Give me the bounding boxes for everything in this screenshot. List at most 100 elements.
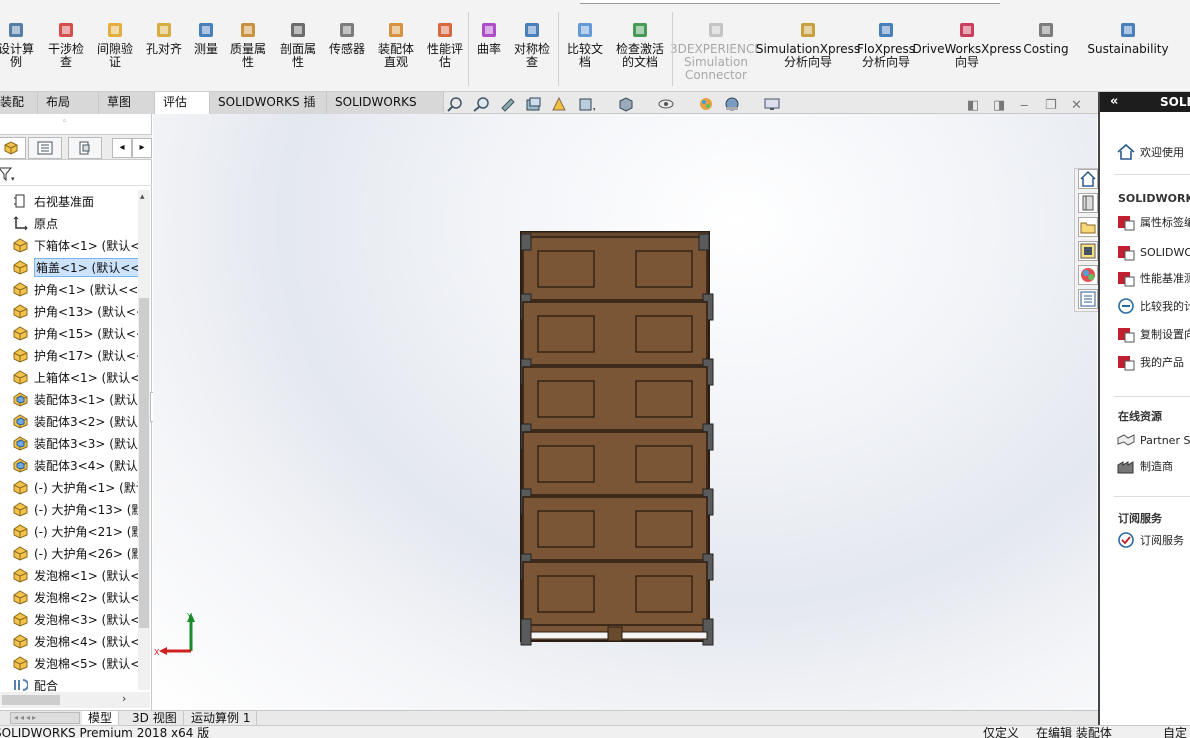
- corner-protector[interactable]: [520, 618, 532, 646]
- subscription-services-link[interactable]: 订阅服务: [1116, 530, 1184, 550]
- box-layer[interactable]: [522, 431, 708, 496]
- scrollbar-thumb[interactable]: [139, 298, 149, 628]
- edit-appearance-icon[interactable]: [697, 96, 715, 112]
- tab-sketch[interactable]: 草图: [99, 92, 155, 114]
- box-layer[interactable]: [522, 366, 708, 431]
- tile-right-icon[interactable]: ◨: [993, 98, 1005, 113]
- manufacturers-link[interactable]: 制造商: [1116, 456, 1173, 476]
- tab-solidworks-mbd[interactable]: SOLIDWORKS MBD: [327, 92, 444, 130]
- simulationxpress-button[interactable]: SimulationXpress 分析向导: [756, 20, 860, 69]
- tree-item[interactable]: 护角<17> (默认<<: [0, 344, 138, 366]
- tree-filter[interactable]: ▾: [0, 162, 152, 186]
- tree-vertical-scrollbar[interactable]: ▴ ▾: [138, 190, 150, 702]
- task-pane-tool-link[interactable]: 我的产品: [1116, 352, 1184, 372]
- task-pane-tool-link[interactable]: SOLIDWO: [1116, 242, 1190, 262]
- design-study-button[interactable]: 设计算例: [0, 20, 38, 69]
- display-style-icon[interactable]: [617, 96, 635, 112]
- section-view-icon[interactable]: [525, 96, 543, 112]
- motion-study-tab[interactable]: 运动算例 1: [185, 711, 258, 726]
- apply-scene-icon[interactable]: [723, 96, 741, 112]
- hide-show-items-icon[interactable]: [657, 96, 675, 112]
- zoom-to-area-icon[interactable]: [473, 96, 491, 112]
- scroll-right-icon[interactable]: ›: [122, 692, 126, 705]
- tree-item[interactable]: 上箱体<1> (默认<<: [0, 366, 138, 388]
- 3dexperience-button[interactable]: 3DEXPERIENCE Simulation Connector: [670, 20, 762, 82]
- tree-item[interactable]: 装配体3<3> (默认: [0, 432, 138, 454]
- view-orientation-icon[interactable]: ▾: [577, 96, 595, 112]
- tile-left-icon[interactable]: ◧: [967, 98, 979, 113]
- tree-item[interactable]: 护角<13> (默认<<: [0, 300, 138, 322]
- tree-item[interactable]: 右视基准面: [0, 190, 138, 212]
- partner-solutions-link[interactable]: Partner So: [1116, 430, 1190, 450]
- tree-item[interactable]: (-) 大护角<26> (默: [0, 542, 138, 564]
- packing-box-model[interactable]: [520, 231, 714, 646]
- tree-item[interactable]: 装配体3<1> (默认: [0, 388, 138, 410]
- mass-properties-button[interactable]: 质量属性: [226, 20, 270, 69]
- box-layer[interactable]: [522, 561, 708, 626]
- zoom-to-fit-icon[interactable]: [447, 96, 465, 112]
- section-properties-button[interactable]: 剖面属性: [276, 20, 320, 69]
- box-layer[interactable]: [522, 301, 708, 366]
- tree-item[interactable]: 发泡棉<5> (默认<: [0, 652, 138, 674]
- task-pane-tool-link[interactable]: 复制设置向: [1116, 324, 1190, 344]
- floxpress-button[interactable]: FloXpress 分析向导: [857, 20, 915, 69]
- tab-layout[interactable]: 布局: [38, 92, 99, 114]
- 3d-view-tab[interactable]: 3D 视图: [126, 711, 184, 726]
- welcome-link[interactable]: 欢迎使用: [1116, 142, 1184, 162]
- box-layer[interactable]: [522, 496, 708, 561]
- task-pane-design-library-tab[interactable]: [1078, 193, 1098, 213]
- tree-item[interactable]: 发泡棉<3> (默认<: [0, 608, 138, 630]
- tab-navigation-arrows-icon[interactable]: ◂◂◂▸: [10, 712, 80, 724]
- scroll-up-icon[interactable]: ▴: [140, 192, 145, 202]
- tree-item[interactable]: 发泡棉<1> (默认<: [0, 564, 138, 586]
- view-settings-icon[interactable]: [763, 96, 781, 112]
- task-pane-home-tab[interactable]: [1078, 169, 1098, 189]
- tree-item[interactable]: 原点: [0, 212, 138, 234]
- compare-documents-button[interactable]: 比较文档: [563, 20, 607, 69]
- performance-evaluation-button[interactable]: 性能评估: [423, 20, 467, 69]
- tree-item[interactable]: 下箱体<1> (默认<<: [0, 234, 138, 256]
- sustainability-button[interactable]: Sustainability: [1086, 20, 1170, 56]
- hscroll-thumb[interactable]: [2, 695, 60, 705]
- tab-assembly[interactable]: 装配体: [0, 92, 38, 130]
- tab-solidworks-addins[interactable]: SOLIDWORKS 插件: [210, 92, 327, 130]
- model-tab[interactable]: 模型: [82, 711, 120, 726]
- graphics-area[interactable]: Y X: [153, 114, 1097, 710]
- hole-alignment-button[interactable]: 孔对齐: [140, 20, 188, 56]
- tree-item[interactable]: (-) 大护角<21> (默: [0, 520, 138, 542]
- property-manager-tab[interactable]: [28, 137, 62, 159]
- check-active-document-button[interactable]: 检查激活的文档: [612, 20, 668, 69]
- task-pane-appearances-tab[interactable]: [1078, 265, 1098, 285]
- task-pane-custom-properties-tab[interactable]: [1078, 289, 1098, 309]
- dynamic-annotation-icon[interactable]: [551, 96, 569, 112]
- restore-icon[interactable]: ❐: [1045, 98, 1057, 113]
- tree-item[interactable]: 箱盖<1> (默认<<默: [0, 256, 138, 278]
- tree-item[interactable]: 护角<1> (默认<<默: [0, 278, 138, 300]
- tree-item[interactable]: 发泡棉<4> (默认<: [0, 630, 138, 652]
- sensor-button[interactable]: 传感器: [325, 20, 369, 56]
- corner-protector[interactable]: [698, 233, 710, 251]
- assembly-visualization-button[interactable]: 装配体直观: [374, 20, 418, 69]
- tree-item[interactable]: 装配体3<2> (默认: [0, 410, 138, 432]
- task-pane-tool-link[interactable]: 比较我的计: [1116, 296, 1190, 316]
- task-pane-file-explorer-tab[interactable]: [1078, 217, 1098, 237]
- curvature-button[interactable]: 曲率: [474, 20, 504, 56]
- box-layer[interactable]: [522, 236, 708, 301]
- measure-button[interactable]: 测量: [188, 20, 224, 56]
- tree-item[interactable]: 装配体3<4> (默认: [0, 454, 138, 476]
- interference-check-button[interactable]: 干涉检查: [44, 20, 88, 69]
- previous-view-icon[interactable]: [499, 96, 517, 112]
- collapse-chevron-icon[interactable]: «: [1110, 92, 1118, 112]
- status-units[interactable]: 自定: [1163, 726, 1187, 738]
- tab-scroll-left-icon[interactable]: ◂: [112, 138, 132, 158]
- costing-button[interactable]: Costing: [1022, 20, 1070, 56]
- task-pane-tool-link[interactable]: 属性标签编: [1116, 212, 1190, 232]
- task-pane-tool-link[interactable]: 性能基准测: [1116, 268, 1190, 288]
- tree-item[interactable]: (-) 大护角<13> (默: [0, 498, 138, 520]
- tree-item[interactable]: 发泡棉<2> (默认<: [0, 586, 138, 608]
- corner-protector[interactable]: [520, 233, 532, 251]
- configuration-manager-tab[interactable]: [68, 137, 102, 159]
- tab-evaluate[interactable]: 评估: [155, 92, 210, 114]
- task-pane-view-palette-tab[interactable]: [1078, 241, 1098, 261]
- tree-item[interactable]: (-) 大护角<1> (默认: [0, 476, 138, 498]
